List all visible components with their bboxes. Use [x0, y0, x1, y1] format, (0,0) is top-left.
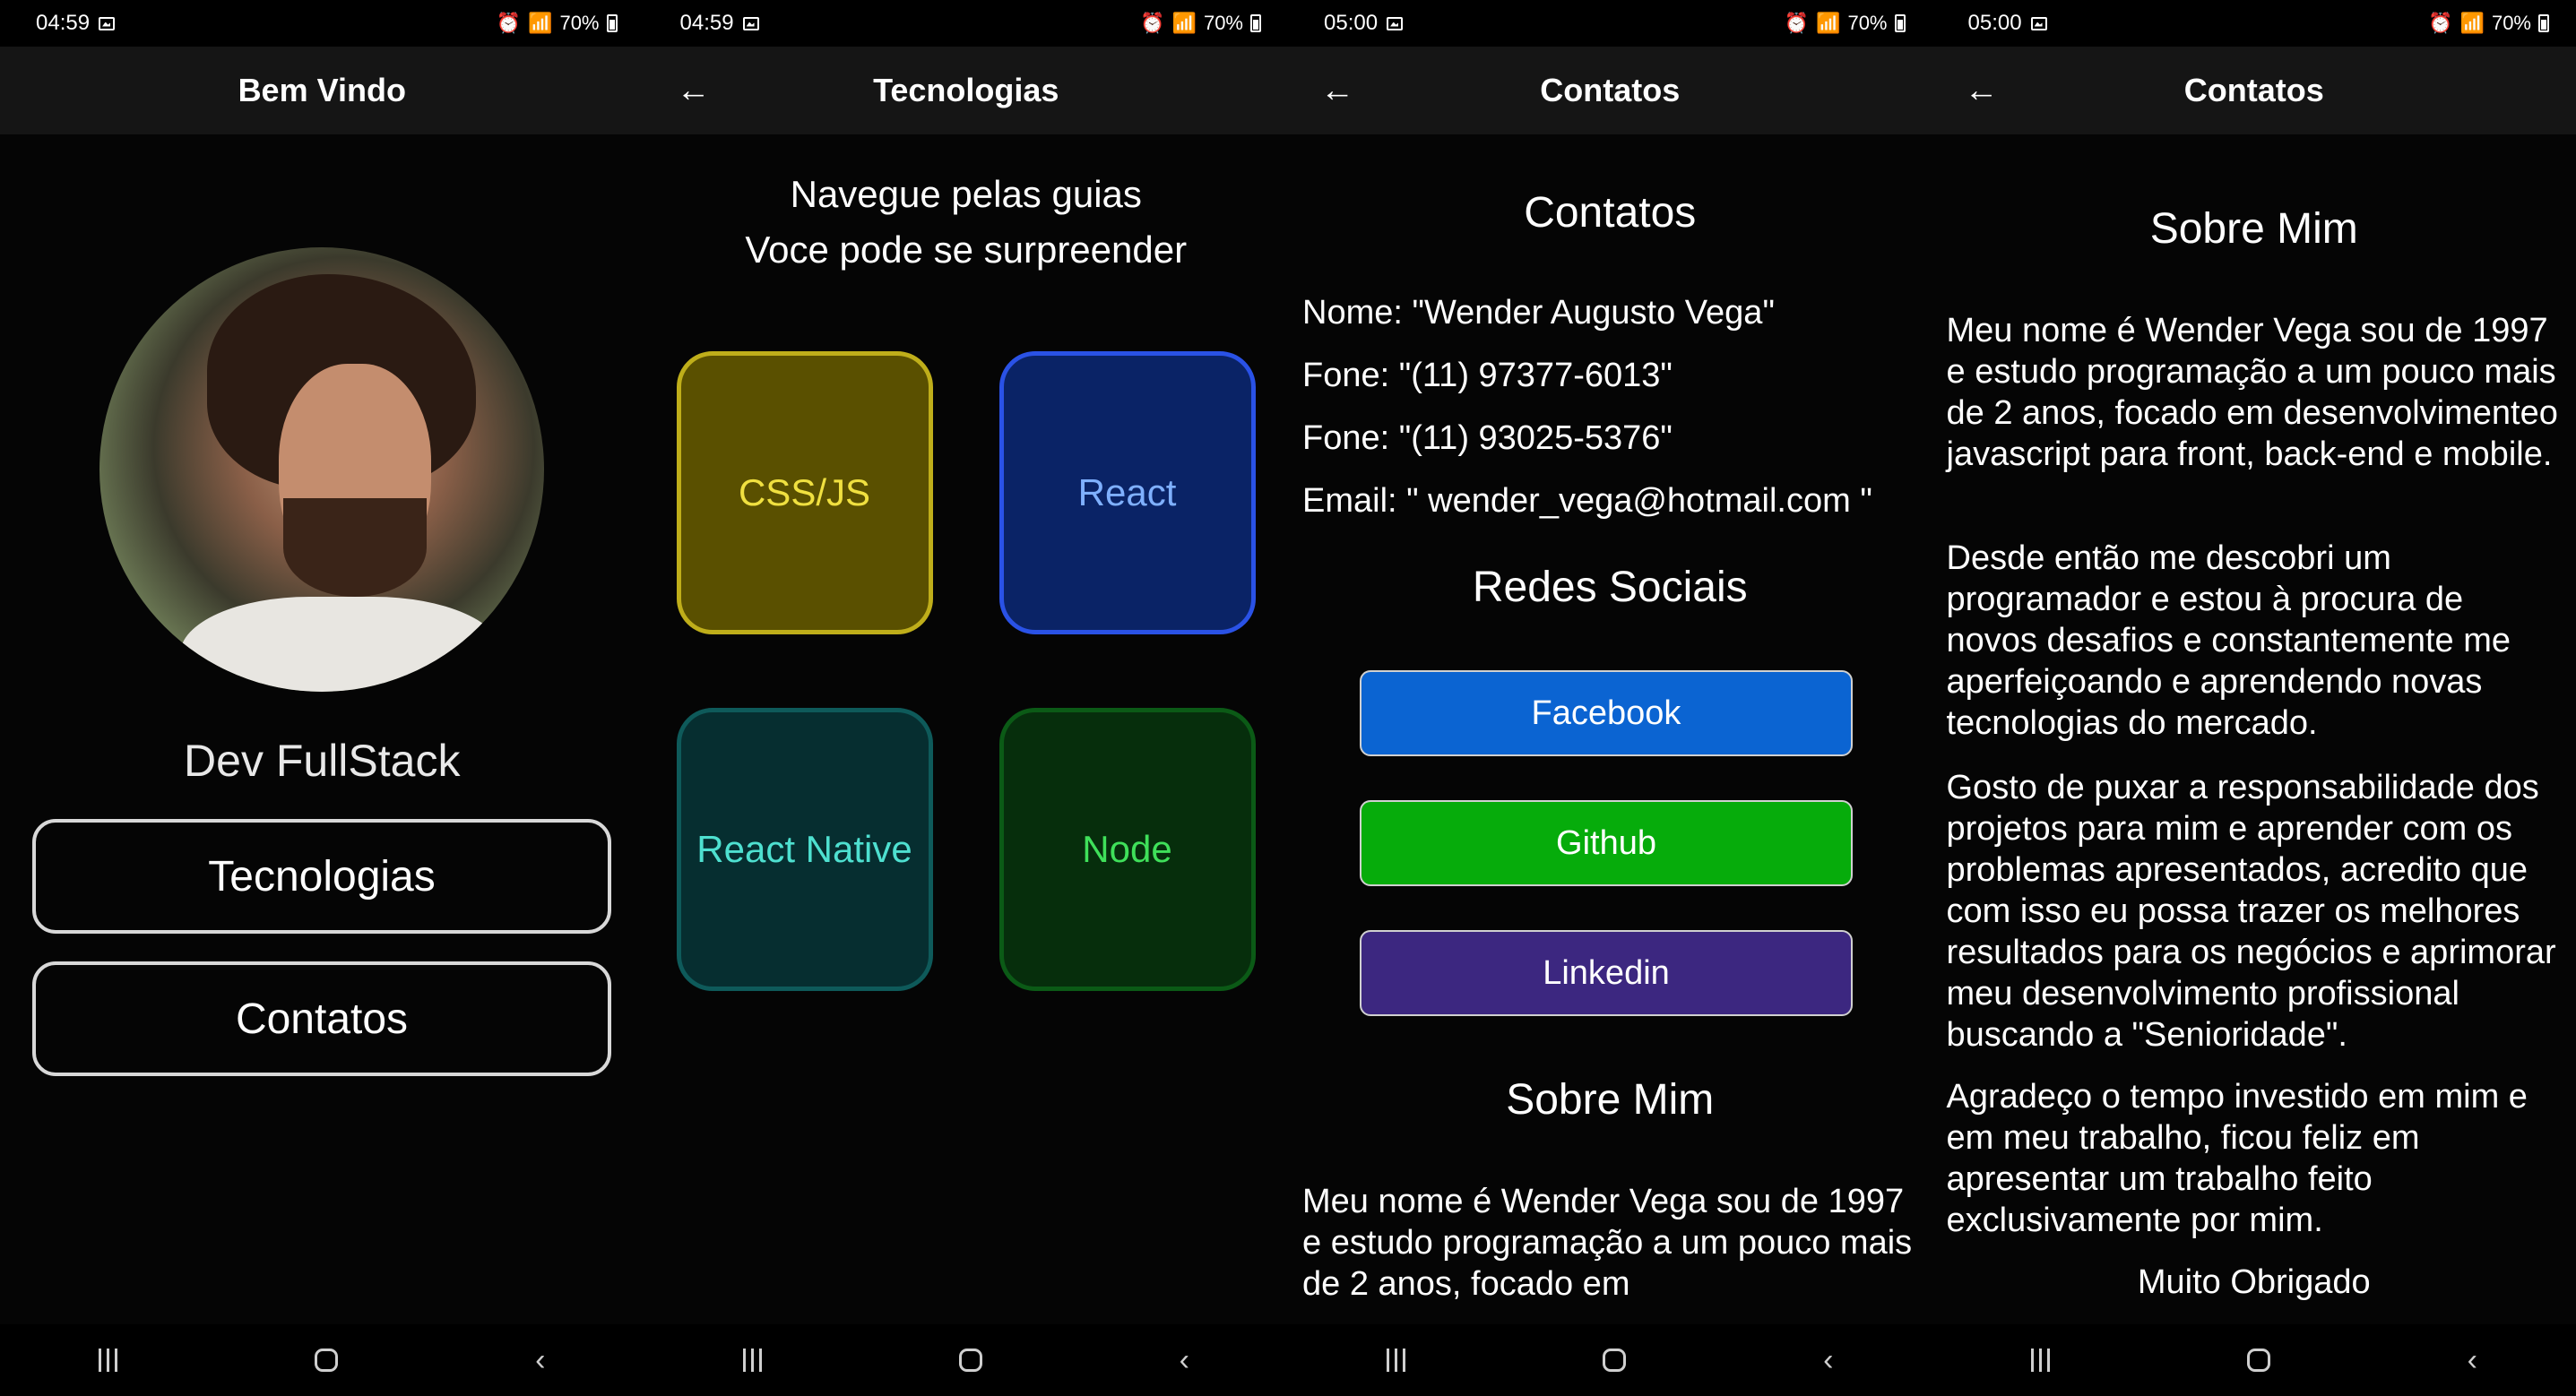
- system-nav-bar: ‹: [0, 1324, 644, 1396]
- system-nav-bar: ‹: [1932, 1324, 2576, 1396]
- battery-icon: [1250, 14, 1261, 32]
- back-arrow-icon[interactable]: ←: [1965, 73, 1999, 108]
- battery-level: 70%: [1203, 12, 1243, 34]
- screen-welcome: 04:59 ⏰ 📶 70% Bem Vindo Dev FullStack Tecn…: [0, 0, 644, 1396]
- contact-phone-2: Fone: "(11) 93025-5376": [1302, 419, 1673, 457]
- social-heading: Redes Sociais: [1472, 564, 1748, 611]
- alarm-icon: ⏰: [1140, 12, 1165, 34]
- about-paragraph-2: Desde então me descobri um programador e…: [1946, 539, 2511, 742]
- tile-react-native[interactable]: React Native: [676, 708, 933, 991]
- back-nav-icon[interactable]: ‹: [1180, 1343, 1189, 1378]
- about-paragraph-4: Agradeço o tempo investido em mim e em m…: [1946, 1078, 2528, 1239]
- alarm-icon: ⏰: [496, 12, 522, 34]
- app-bar: Bem Vindo: [0, 47, 644, 134]
- image-notification-icon: [742, 16, 759, 30]
- profile-photo: [99, 247, 544, 692]
- status-time: 05:00: [1324, 11, 1379, 35]
- back-nav-icon[interactable]: ‹: [1823, 1343, 1833, 1378]
- home-icon[interactable]: [2246, 1349, 2270, 1372]
- page-title: Contatos: [2183, 72, 2324, 108]
- wifi-icon: 📶: [1816, 12, 1841, 34]
- about-paragraph-3: Gosto de puxar a responsabilidade dos pr…: [1946, 769, 2556, 1054]
- tile-css-js[interactable]: CSS/JS: [676, 351, 933, 634]
- about-paragraph-1: Meu nome é Wender Vega sou de 1997 e est…: [1946, 312, 2558, 473]
- image-notification-icon: [2030, 16, 2047, 30]
- app-bar: ← Tecnologias: [644, 47, 1288, 134]
- screen-technologies: 04:59 ⏰ 📶 70% ← Tecnologias Navegue pelas …: [644, 0, 1289, 1396]
- recent-apps-icon[interactable]: [742, 1349, 762, 1372]
- intro-text: Navegue pelas guias Voce pode se surpree…: [644, 167, 1289, 278]
- battery-level: 70%: [559, 12, 600, 34]
- battery-icon: [2538, 14, 2549, 32]
- status-bar: 05:00 ⏰ 📶 70%: [1932, 0, 2576, 47]
- role-label: Dev FullStack: [184, 736, 461, 786]
- status-time: 04:59: [36, 11, 91, 35]
- back-nav-icon[interactable]: ‹: [535, 1343, 545, 1378]
- battery-icon: [606, 14, 618, 32]
- about-heading: Sobre Mim: [1506, 1076, 1715, 1124]
- tile-node[interactable]: Node: [998, 708, 1256, 991]
- alarm-icon: ⏰: [2428, 12, 2453, 34]
- contact-name: Nome: "Wender Augusto Vega": [1302, 294, 1775, 332]
- screen-about: 05:00 ⏰ 📶 70% ← Contatos Sobre Mim Meu nom…: [1932, 0, 2576, 1396]
- recent-apps-icon[interactable]: [1387, 1349, 1406, 1372]
- battery-level: 70%: [1847, 12, 1888, 34]
- page-title: Tecnologias: [873, 72, 1059, 108]
- about-heading: Sobre Mim: [2149, 205, 2358, 253]
- system-nav-bar: ‹: [1288, 1324, 1932, 1396]
- home-icon[interactable]: [1603, 1349, 1627, 1372]
- home-icon[interactable]: [315, 1349, 339, 1372]
- contatos-button[interactable]: Contatos: [32, 961, 611, 1076]
- battery-level: 70%: [2491, 12, 2531, 34]
- status-time: 04:59: [679, 11, 734, 35]
- screen-contacts: 05:00 ⏰ 📶 70% ← Contatos Contatos Nome: "W…: [1288, 0, 1932, 1396]
- linkedin-button[interactable]: Linkedin: [1360, 930, 1853, 1016]
- about-text-preview: Meu nome é Wender Vega sou de 1997 e est…: [1302, 1183, 1913, 1303]
- back-arrow-icon[interactable]: ←: [1320, 73, 1354, 108]
- page-title: Bem Vindo: [238, 72, 406, 108]
- closing-text: Muito Obrigado: [2137, 1263, 2371, 1301]
- status-bar: 04:59 ⏰ 📶 70%: [644, 0, 1288, 47]
- tecnologias-button[interactable]: Tecnologias: [32, 819, 611, 934]
- page-title: Contatos: [1540, 72, 1681, 108]
- image-notification-icon: [99, 16, 116, 30]
- contact-email: Email: " wender_vega@hotmail.com ": [1302, 482, 1872, 520]
- status-bar: 05:00 ⏰ 📶 70%: [1288, 0, 1932, 47]
- recent-apps-icon[interactable]: [99, 1349, 118, 1372]
- wifi-icon: 📶: [528, 12, 553, 34]
- status-time: 05:00: [1967, 11, 2022, 35]
- app-bar: ← Contatos: [1932, 47, 2576, 134]
- home-icon[interactable]: [958, 1349, 982, 1372]
- battery-icon: [1894, 14, 1906, 32]
- app-bar: ← Contatos: [1288, 47, 1932, 134]
- github-button[interactable]: Github: [1360, 800, 1853, 886]
- status-bar: 04:59 ⏰ 📶 70%: [0, 0, 644, 47]
- contacts-heading: Contatos: [1524, 189, 1697, 237]
- intro-line: Navegue pelas guias: [790, 173, 1142, 215]
- wifi-icon: 📶: [1171, 12, 1197, 34]
- facebook-button[interactable]: Facebook: [1360, 670, 1853, 756]
- tile-react[interactable]: React: [998, 351, 1256, 634]
- back-arrow-icon[interactable]: ←: [677, 73, 711, 108]
- system-nav-bar: ‹: [644, 1324, 1288, 1396]
- alarm-icon: ⏰: [1784, 12, 1810, 34]
- image-notification-icon: [1387, 16, 1404, 30]
- wifi-icon: 📶: [2459, 12, 2485, 34]
- recent-apps-icon[interactable]: [2030, 1349, 2050, 1372]
- intro-line: Voce pode se surpreender: [745, 228, 1188, 271]
- back-nav-icon[interactable]: ‹: [2468, 1343, 2477, 1378]
- contact-phone-1: Fone: "(11) 97377-6013": [1302, 357, 1673, 394]
